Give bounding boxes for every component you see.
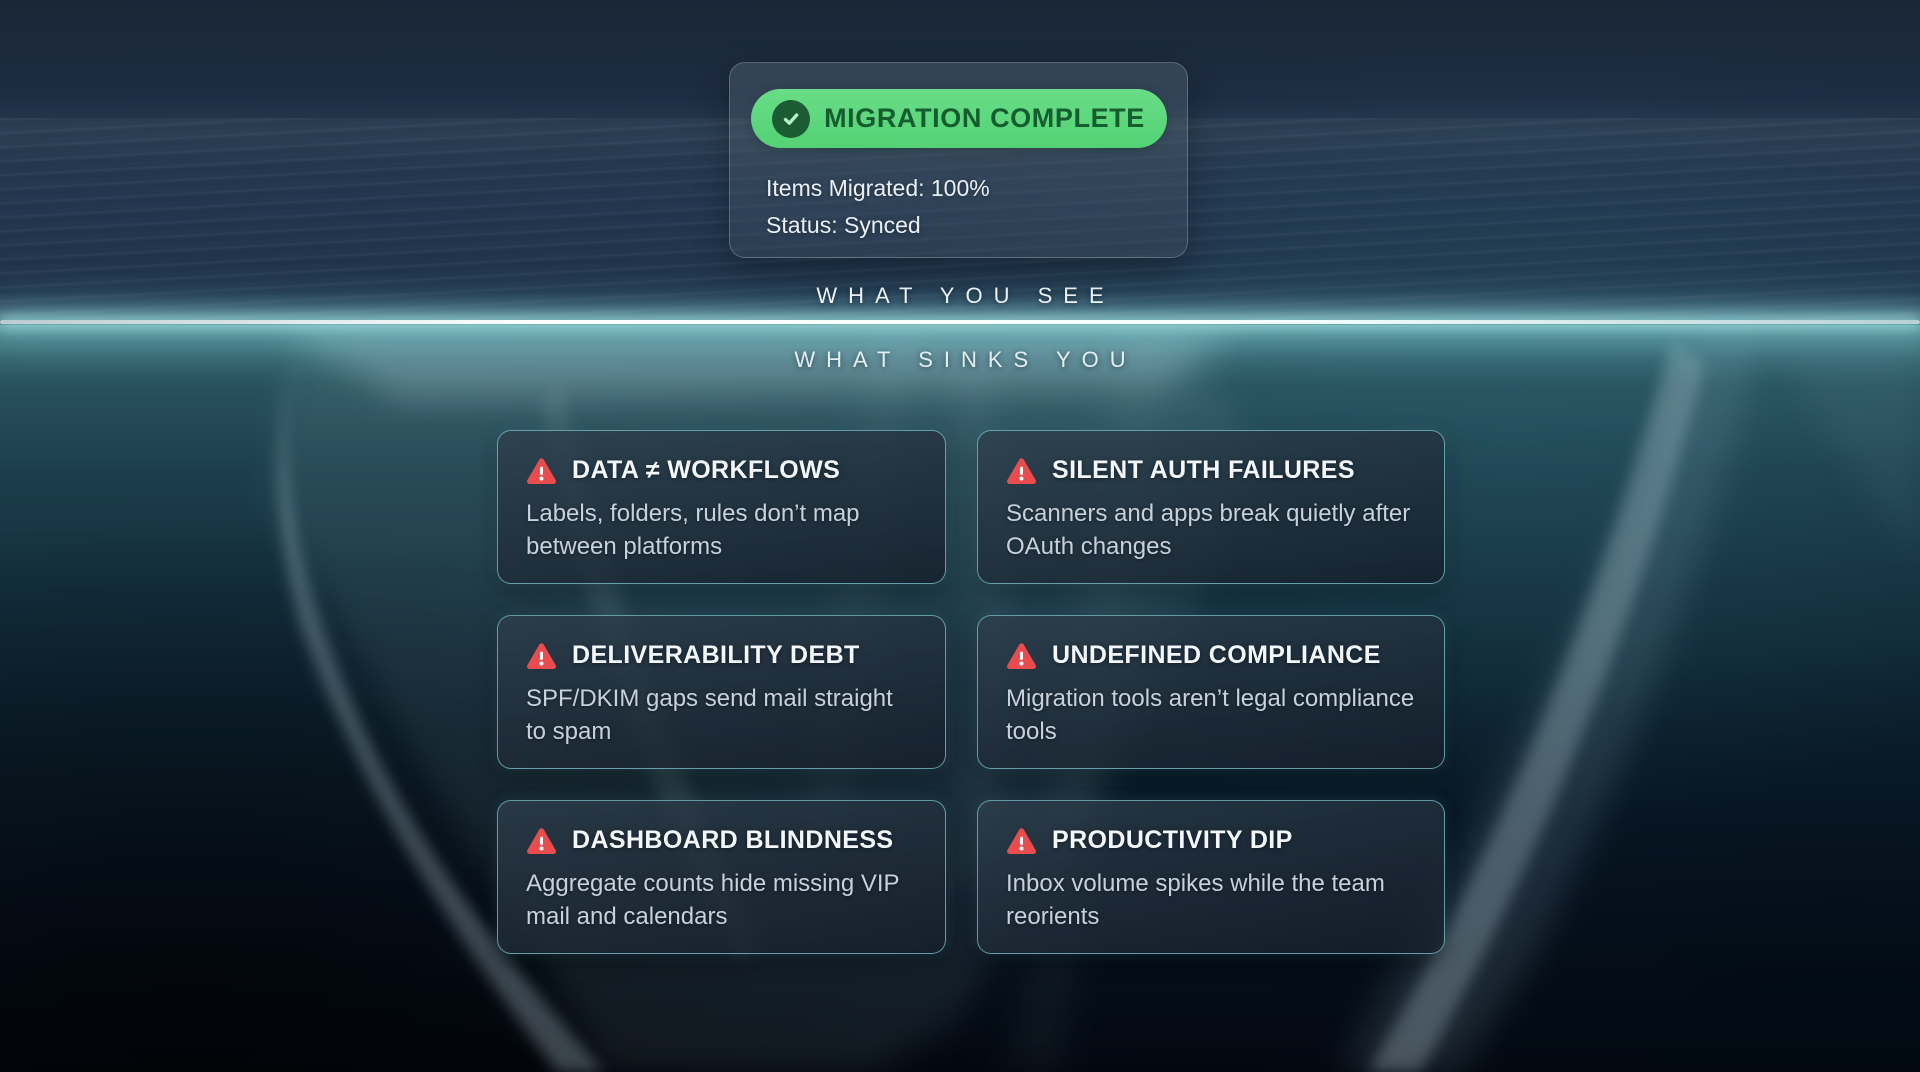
risk-card-header: DELIVERABILITY DEBT bbox=[526, 641, 917, 670]
warning-triangle-icon bbox=[1006, 827, 1037, 855]
migration-complete-badge: MIGRATION COMPLETE bbox=[751, 89, 1167, 148]
risk-card-body: Aggregate counts hide missing VIP mail a… bbox=[526, 867, 917, 933]
risk-card: DELIVERABILITY DEBT SPF/DKIM gaps send m… bbox=[497, 615, 946, 769]
risk-card-header: DASHBOARD BLINDNESS bbox=[526, 826, 917, 855]
warning-triangle-icon bbox=[526, 642, 557, 670]
risk-card: DATA ≠ WORKFLOWS Labels, folders, rules … bbox=[497, 430, 946, 584]
warning-triangle-icon bbox=[526, 827, 557, 855]
risk-card-title: DATA ≠ WORKFLOWS bbox=[572, 456, 840, 485]
iceberg-infographic: WHAT YOU SEE WHAT SINKS YOU MIGRATION CO… bbox=[0, 0, 1920, 1072]
risk-card: PRODUCTIVITY DIP Inbox volume spikes whi… bbox=[977, 800, 1445, 954]
risk-card-title: UNDEFINED COMPLIANCE bbox=[1052, 641, 1381, 670]
items-migrated-line: Items Migrated: 100% bbox=[766, 170, 1187, 207]
migration-stats: Items Migrated: 100% Status: Synced bbox=[766, 170, 1187, 244]
warning-triangle-icon bbox=[1006, 642, 1037, 670]
risk-card: DASHBOARD BLINDNESS Aggregate counts hid… bbox=[497, 800, 946, 954]
status-line: Status: Synced bbox=[766, 207, 1187, 244]
risk-card-title: DASHBOARD BLINDNESS bbox=[572, 826, 894, 855]
risk-card-title: PRODUCTIVITY DIP bbox=[1052, 826, 1293, 855]
waterline bbox=[0, 320, 1920, 324]
risk-card-grid: DATA ≠ WORKFLOWS Labels, folders, rules … bbox=[497, 430, 1445, 954]
risk-card-body: Scanners and apps break quietly after OA… bbox=[1006, 497, 1416, 563]
check-circle-icon bbox=[772, 100, 810, 138]
risk-card-header: PRODUCTIVITY DIP bbox=[1006, 826, 1416, 855]
risk-card: UNDEFINED COMPLIANCE Migration tools are… bbox=[977, 615, 1445, 769]
risk-card-title: DELIVERABILITY DEBT bbox=[572, 641, 860, 670]
risk-card-body: Labels, folders, rules don’t map between… bbox=[526, 497, 917, 563]
risk-card-header: DATA ≠ WORKFLOWS bbox=[526, 456, 917, 485]
risk-card-title: SILENT AUTH FAILURES bbox=[1052, 456, 1355, 485]
risk-card-body: Inbox volume spikes while the team reori… bbox=[1006, 867, 1416, 933]
warning-triangle-icon bbox=[1006, 457, 1037, 485]
risk-card-body: SPF/DKIM gaps send mail straight to spam bbox=[526, 682, 917, 748]
risk-card: SILENT AUTH FAILURES Scanners and apps b… bbox=[977, 430, 1445, 584]
risk-card-body: Migration tools aren’t legal compliance … bbox=[1006, 682, 1416, 748]
badge-label: MIGRATION COMPLETE bbox=[824, 103, 1145, 134]
risk-card-header: SILENT AUTH FAILURES bbox=[1006, 456, 1416, 485]
migration-summary-card: MIGRATION COMPLETE Items Migrated: 100% … bbox=[729, 62, 1188, 258]
risk-card-header: UNDEFINED COMPLIANCE bbox=[1006, 641, 1416, 670]
section-label-below-water: WHAT SINKS YOU bbox=[0, 347, 1920, 373]
section-label-above-water: WHAT YOU SEE bbox=[0, 283, 1920, 309]
warning-triangle-icon bbox=[526, 457, 557, 485]
